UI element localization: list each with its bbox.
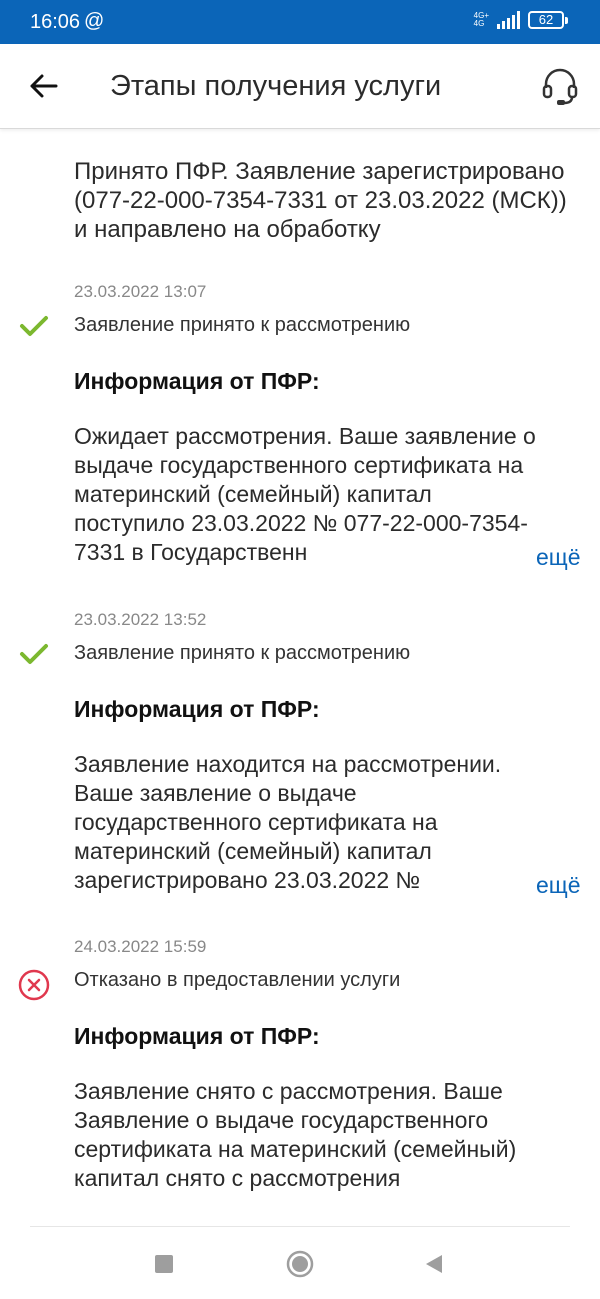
notification-at-icon: @ bbox=[84, 10, 105, 32]
app-bar: Этапы получения услуги bbox=[0, 44, 600, 129]
stages-list[interactable]: Принято ПФР. Заявление зарегистрировано … bbox=[0, 129, 600, 1227]
circle-icon[interactable] bbox=[286, 1250, 314, 1278]
stage-info-title: Информация от ПФР: bbox=[74, 368, 320, 394]
stage-date: 23.03.2022 13:52 bbox=[74, 610, 207, 629]
stage-status: Заявление принято к рассмотрению bbox=[74, 314, 411, 336]
signal-icon bbox=[497, 11, 520, 29]
stage-text: Ожидает рассмотрения. Ваше заявление о в… bbox=[74, 423, 536, 565]
stage-status: Отказано в предоставлении услуги bbox=[74, 969, 401, 991]
stage-text: Заявление находится на рассмотрении. Ваш… bbox=[74, 751, 502, 893]
bottom-divider bbox=[30, 1226, 570, 1227]
stage-status: Заявление принято к рассмотрению bbox=[74, 642, 411, 664]
arrow-left-icon bbox=[30, 74, 58, 98]
cross-circle-icon bbox=[18, 969, 50, 1001]
battery-icon: 62 bbox=[528, 11, 568, 29]
system-nav-bar bbox=[0, 1228, 600, 1299]
check-icon bbox=[20, 644, 48, 664]
status-indicators: 4G+ 4G 62 bbox=[474, 11, 568, 29]
stage-info-title: Информация от ПФР: bbox=[74, 696, 320, 722]
back-button[interactable] bbox=[26, 66, 62, 106]
page-title: Этапы получения услуги bbox=[110, 70, 442, 102]
stage-date: 24.03.2022 15:59 bbox=[74, 937, 207, 956]
status-bar: 16:06 @ 4G+ 4G 62 bbox=[0, 0, 600, 44]
intro-text: Принято ПФР. Заявление зарегистрировано … bbox=[74, 158, 567, 243]
more-link[interactable]: ещё bbox=[536, 544, 581, 571]
square-icon[interactable] bbox=[155, 1255, 173, 1273]
stage-info-title: Информация от ПФР: bbox=[74, 1023, 320, 1049]
network-type-bottom: 4G bbox=[473, 19, 485, 28]
triangle-back-icon[interactable] bbox=[424, 1253, 444, 1275]
status-time: 16:06 bbox=[30, 11, 81, 33]
stage-date: 23.03.2022 13:07 bbox=[74, 282, 207, 301]
network-type: 4G+ 4G bbox=[474, 12, 489, 28]
stage-text: Заявление снято с рассмотрения. Ваше Зая… bbox=[74, 1078, 517, 1191]
check-icon bbox=[20, 316, 48, 336]
headset-icon bbox=[542, 68, 578, 105]
battery-level: 62 bbox=[528, 11, 564, 29]
support-button[interactable] bbox=[538, 64, 582, 108]
more-link[interactable]: ещё bbox=[536, 872, 581, 899]
